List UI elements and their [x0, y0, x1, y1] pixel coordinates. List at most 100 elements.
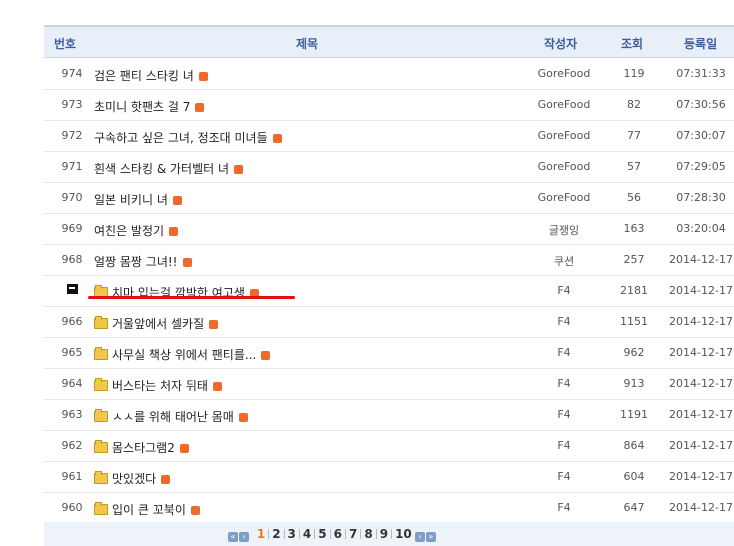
post-author[interactable]: GoreFood [514, 67, 614, 80]
page-link[interactable]: 3 [288, 527, 296, 541]
new-badge-icon [190, 506, 200, 515]
post-author[interactable]: GoreFood [514, 160, 614, 173]
post-author[interactable]: F4 [514, 346, 614, 359]
post-author[interactable]: 쿠션 [514, 253, 614, 269]
post-author[interactable]: GoreFood [514, 191, 614, 204]
post-author[interactable]: F4 [514, 439, 614, 452]
post-number: 968 [61, 253, 83, 266]
table-row[interactable]: 972 구속하고 싶은 그녀, 정조대 미녀들 GoreFood 77 07:30:07 [44, 120, 734, 152]
post-author[interactable]: 글쟁잉 [514, 222, 614, 238]
table-row[interactable]: 치마 입는걸 깜박한 여고생 F4 2181 2014-12-17 [44, 275, 734, 307]
page-link[interactable]: 9 [380, 527, 388, 541]
folder-icon [94, 502, 108, 515]
page-separator [329, 529, 331, 539]
post-title-text: 구속하고 싶은 그녀, 정조대 미녀들 [94, 131, 268, 145]
post-date: 2014-12-17 [669, 284, 733, 297]
post-title-link[interactable]: 흰색 스타킹 & 가터벨터 녀 [94, 160, 244, 177]
header-views: 조회 [621, 37, 644, 51]
page-separator [375, 529, 377, 539]
table-row[interactable]: 973 초미니 핫팬츠 걸 7 GoreFood 82 07:30:56 [44, 89, 734, 121]
page-link[interactable]: 1 [257, 527, 265, 541]
table-row[interactable]: 966 거울앞에서 셀카질 F4 1151 2014-12-17 [44, 306, 734, 338]
new-badge-icon [261, 351, 271, 360]
post-number: 966 [61, 315, 83, 328]
folder-icon [94, 316, 108, 329]
new-badge-icon [234, 165, 244, 174]
new-badge-icon [169, 227, 179, 236]
last-page-icon[interactable]: » [425, 532, 436, 542]
view-count: 647 [623, 501, 645, 514]
view-count: 163 [623, 222, 645, 235]
post-title-link[interactable]: 검은 팬티 스타킹 녀 [94, 67, 208, 84]
header-num: 번호 [54, 37, 77, 51]
post-title-link[interactable]: 여친은 발정기 [94, 222, 179, 239]
post-title-link[interactable]: 맛있겠다 [94, 470, 171, 487]
page-link[interactable]: 7 [349, 527, 357, 541]
post-author[interactable]: F4 [514, 408, 614, 421]
post-author[interactable]: F4 [514, 284, 614, 297]
post-number: 962 [61, 439, 83, 452]
current-post-icon-glyph [66, 284, 78, 294]
post-date: 2014-12-17 [669, 253, 733, 266]
table-row[interactable]: 962 몸스타그램2 F4 864 2014-12-17 [44, 430, 734, 462]
pagination-inner: «‹ 1 2 3 4 5 6 7 8 9 10 ›» [228, 527, 437, 542]
post-title-text: 거울앞에서 셀카질 [112, 317, 205, 331]
table-row[interactable]: 963 ㅅㅅ를 위해 태어난 몸매 F4 1191 2014-12-17 [44, 399, 734, 431]
view-count: 77 [627, 129, 641, 142]
page-separator [268, 529, 270, 539]
table-row[interactable]: 964 버스타는 처자 뒤태 F4 913 2014-12-17 [44, 368, 734, 400]
table-row[interactable]: 961 맛있겠다 F4 604 2014-12-17 [44, 461, 734, 493]
view-count: 864 [623, 439, 645, 452]
post-title-text: 사무실 책상 위에서 팬티를... [112, 348, 257, 362]
table-row[interactable]: 968 얼짱 몸짱 그녀!! 쿠션 257 2014-12-17 [44, 244, 734, 276]
post-author[interactable]: F4 [514, 470, 614, 483]
header-title: 제목 [296, 37, 319, 51]
new-badge-icon [161, 475, 171, 484]
post-title-link[interactable]: 몸스타그램2 [94, 439, 189, 456]
prev-page-icon[interactable]: ‹ [239, 532, 249, 542]
folder-icon [94, 347, 108, 360]
table-row[interactable]: 960 입이 큰 꼬북이 F4 647 2014-12-17 [44, 492, 734, 524]
page-link[interactable]: 2 [272, 527, 280, 541]
page-link[interactable]: 6 [334, 527, 342, 541]
new-badge-icon [195, 103, 205, 112]
page-link[interactable]: 5 [318, 527, 326, 541]
post-author[interactable]: GoreFood [514, 98, 614, 111]
new-badge-icon [182, 258, 192, 267]
page-link[interactable]: 4 [303, 527, 311, 541]
current-post-icon [52, 284, 92, 297]
post-title-link[interactable]: 사무실 책상 위에서 팬티를... [94, 346, 271, 363]
post-title-link[interactable]: 입이 큰 꼬북이 [94, 501, 200, 518]
post-number: 960 [61, 501, 83, 514]
table-row[interactable]: 965 사무실 책상 위에서 팬티를... F4 962 2014-12-17 [44, 337, 734, 369]
post-title-link[interactable]: ㅅㅅ를 위해 태어난 몸매 [94, 408, 248, 425]
post-number: 965 [61, 346, 83, 359]
post-author[interactable]: GoreFood [514, 129, 614, 142]
folder-icon [94, 409, 108, 422]
first-page-icon[interactable]: « [228, 532, 238, 542]
post-author[interactable]: F4 [514, 377, 614, 390]
post-title-link[interactable]: 구속하고 싶은 그녀, 정조대 미녀들 [94, 129, 282, 146]
post-date: 2014-12-17 [669, 439, 733, 452]
table-row[interactable]: 974 검은 팬티 스타킹 녀 GoreFood 119 07:31:33 [44, 58, 734, 90]
new-badge-icon [212, 382, 222, 391]
new-badge-icon [198, 72, 208, 81]
next-page-icon[interactable]: › [414, 532, 425, 542]
table-row[interactable]: 969 여친은 발정기 글쟁잉 163 03:20:04 [44, 213, 734, 245]
post-title-text: 몸스타그램2 [112, 441, 175, 455]
page-link[interactable]: 8 [364, 527, 372, 541]
table-row[interactable]: 970 일본 비키니 녀 GoreFood 56 07:28:30 [44, 182, 734, 214]
post-number: 974 [61, 67, 83, 80]
post-title-link[interactable]: 거울앞에서 셀카질 [94, 315, 219, 332]
post-title-link[interactable]: 버스타는 처자 뒤태 [94, 377, 222, 394]
post-title-link[interactable]: 얼짱 몸짱 그녀!! [94, 253, 192, 270]
post-author[interactable]: F4 [514, 501, 614, 514]
post-title-link[interactable]: 초미니 핫팬츠 걸 7 [94, 98, 205, 115]
view-count: 913 [623, 377, 645, 390]
post-date: 07:28:30 [676, 191, 726, 204]
table-row[interactable]: 971 흰색 스타킹 & 가터벨터 녀 GoreFood 57 07:29:05 [44, 151, 734, 183]
page-link[interactable]: 10 [395, 527, 412, 541]
post-author[interactable]: F4 [514, 315, 614, 328]
post-title-link[interactable]: 일본 비키니 녀 [94, 191, 182, 208]
post-title-text: ㅅㅅ를 위해 태어난 몸매 [112, 410, 234, 424]
